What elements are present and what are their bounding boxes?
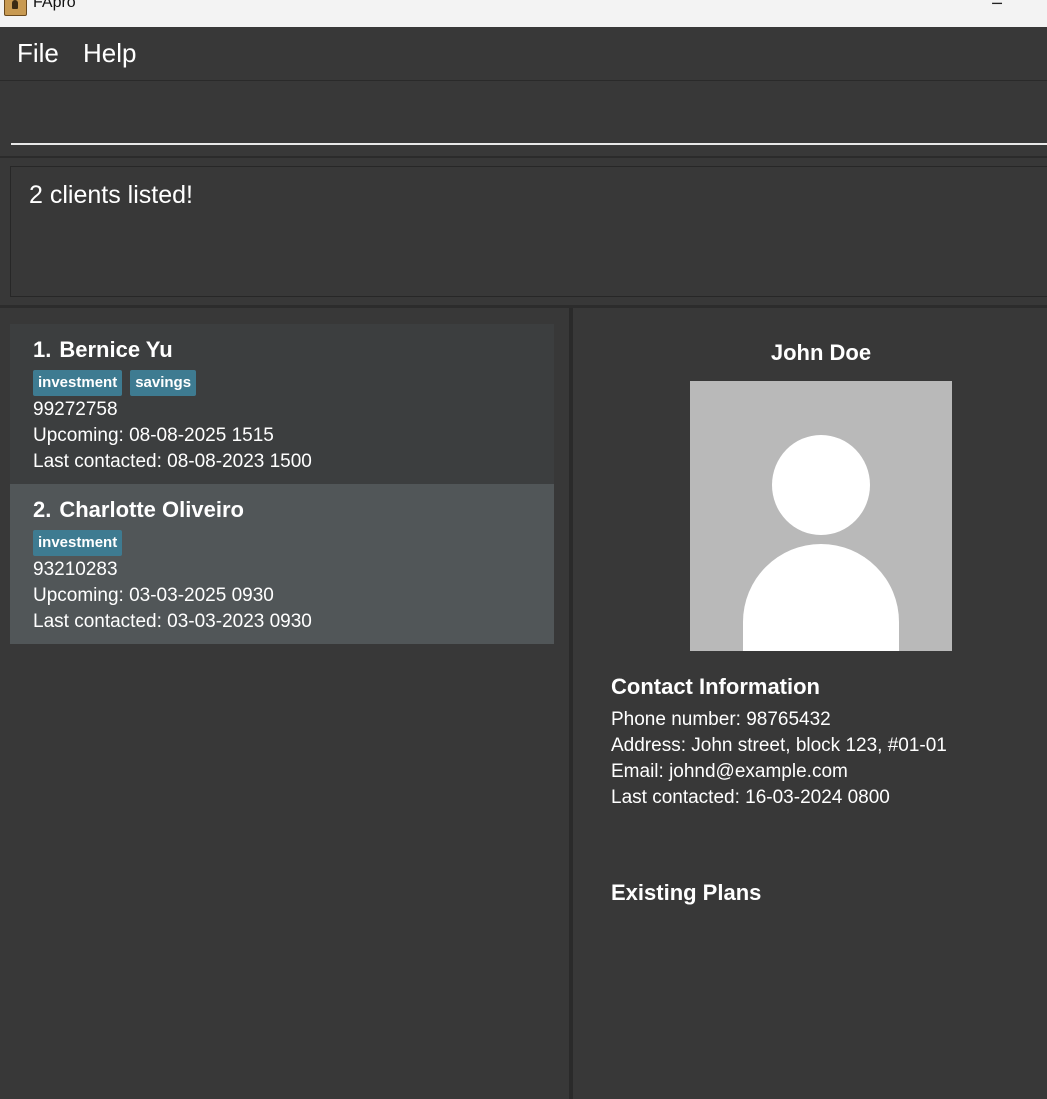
- result-display: 2 clients listed!: [10, 166, 1047, 297]
- client-card-selected[interactable]: 2. Charlotte Oliveiro investment 93210283…: [10, 484, 554, 644]
- app-icon: [4, 0, 27, 16]
- client-upcoming: Upcoming: 03-03-2025 0930: [33, 585, 274, 606]
- menu-bar: File Help: [0, 27, 1047, 81]
- client-index: 2.: [33, 497, 52, 522]
- client-detail-panel: John Doe Contact Information Phone numbe…: [573, 308, 1047, 1099]
- detail-phone: Phone number: 98765432: [611, 709, 831, 730]
- user-placeholder-icon: [690, 381, 952, 651]
- client-name: Bernice Yu: [59, 337, 173, 362]
- detail-client-name: John Doe: [770, 340, 872, 365]
- client-phone: 93210283: [33, 559, 118, 580]
- client-tags: investment: [33, 530, 130, 558]
- tag-badge: savings: [130, 370, 197, 396]
- minimize-button[interactable]: ─: [974, 0, 1020, 16]
- detail-email: Email: johnd@example.com: [611, 761, 848, 782]
- client-phone: 99272758: [33, 399, 118, 420]
- client-last-contacted: Last contacted: 03-03-2023 0930: [33, 611, 312, 632]
- tag-badge: investment: [33, 530, 123, 556]
- client-index: 1.: [33, 337, 52, 362]
- menu-help[interactable]: Help: [83, 38, 136, 69]
- client-upcoming: Upcoming: 08-08-2025 1515: [33, 425, 274, 446]
- detail-address: Address: John street, block 123, #01-01: [611, 735, 947, 756]
- existing-plans-heading: Existing Plans: [611, 880, 762, 905]
- client-name-row: 2. Charlotte Oliveiro: [33, 497, 244, 523]
- avatar-head: [772, 435, 870, 535]
- menu-file[interactable]: File: [17, 38, 59, 69]
- result-message: 2 clients listed!: [29, 181, 193, 209]
- client-last-contacted: Last contacted: 08-08-2023 1500: [33, 451, 312, 472]
- detail-last-contacted: Last contacted: 16-03-2024 0800: [611, 787, 890, 808]
- tag-badge: investment: [33, 370, 123, 396]
- client-name-row: 1. Bernice Yu: [33, 337, 173, 363]
- window-title-bar: FApro ─: [0, 0, 1047, 27]
- avatar-body: [743, 544, 899, 651]
- client-card[interactable]: 1. Bernice Yu investment savings 99272758 …: [10, 324, 554, 484]
- contact-information-heading: Contact Information: [611, 674, 820, 699]
- client-list-panel: 1. Bernice Yu investment savings 99272758 …: [0, 308, 569, 1099]
- client-name: Charlotte Oliveiro: [59, 497, 244, 522]
- command-box: [0, 81, 1047, 158]
- window-title: FApro: [33, 0, 76, 11]
- command-input[interactable]: [11, 103, 1047, 145]
- client-tags: investment savings: [33, 370, 204, 398]
